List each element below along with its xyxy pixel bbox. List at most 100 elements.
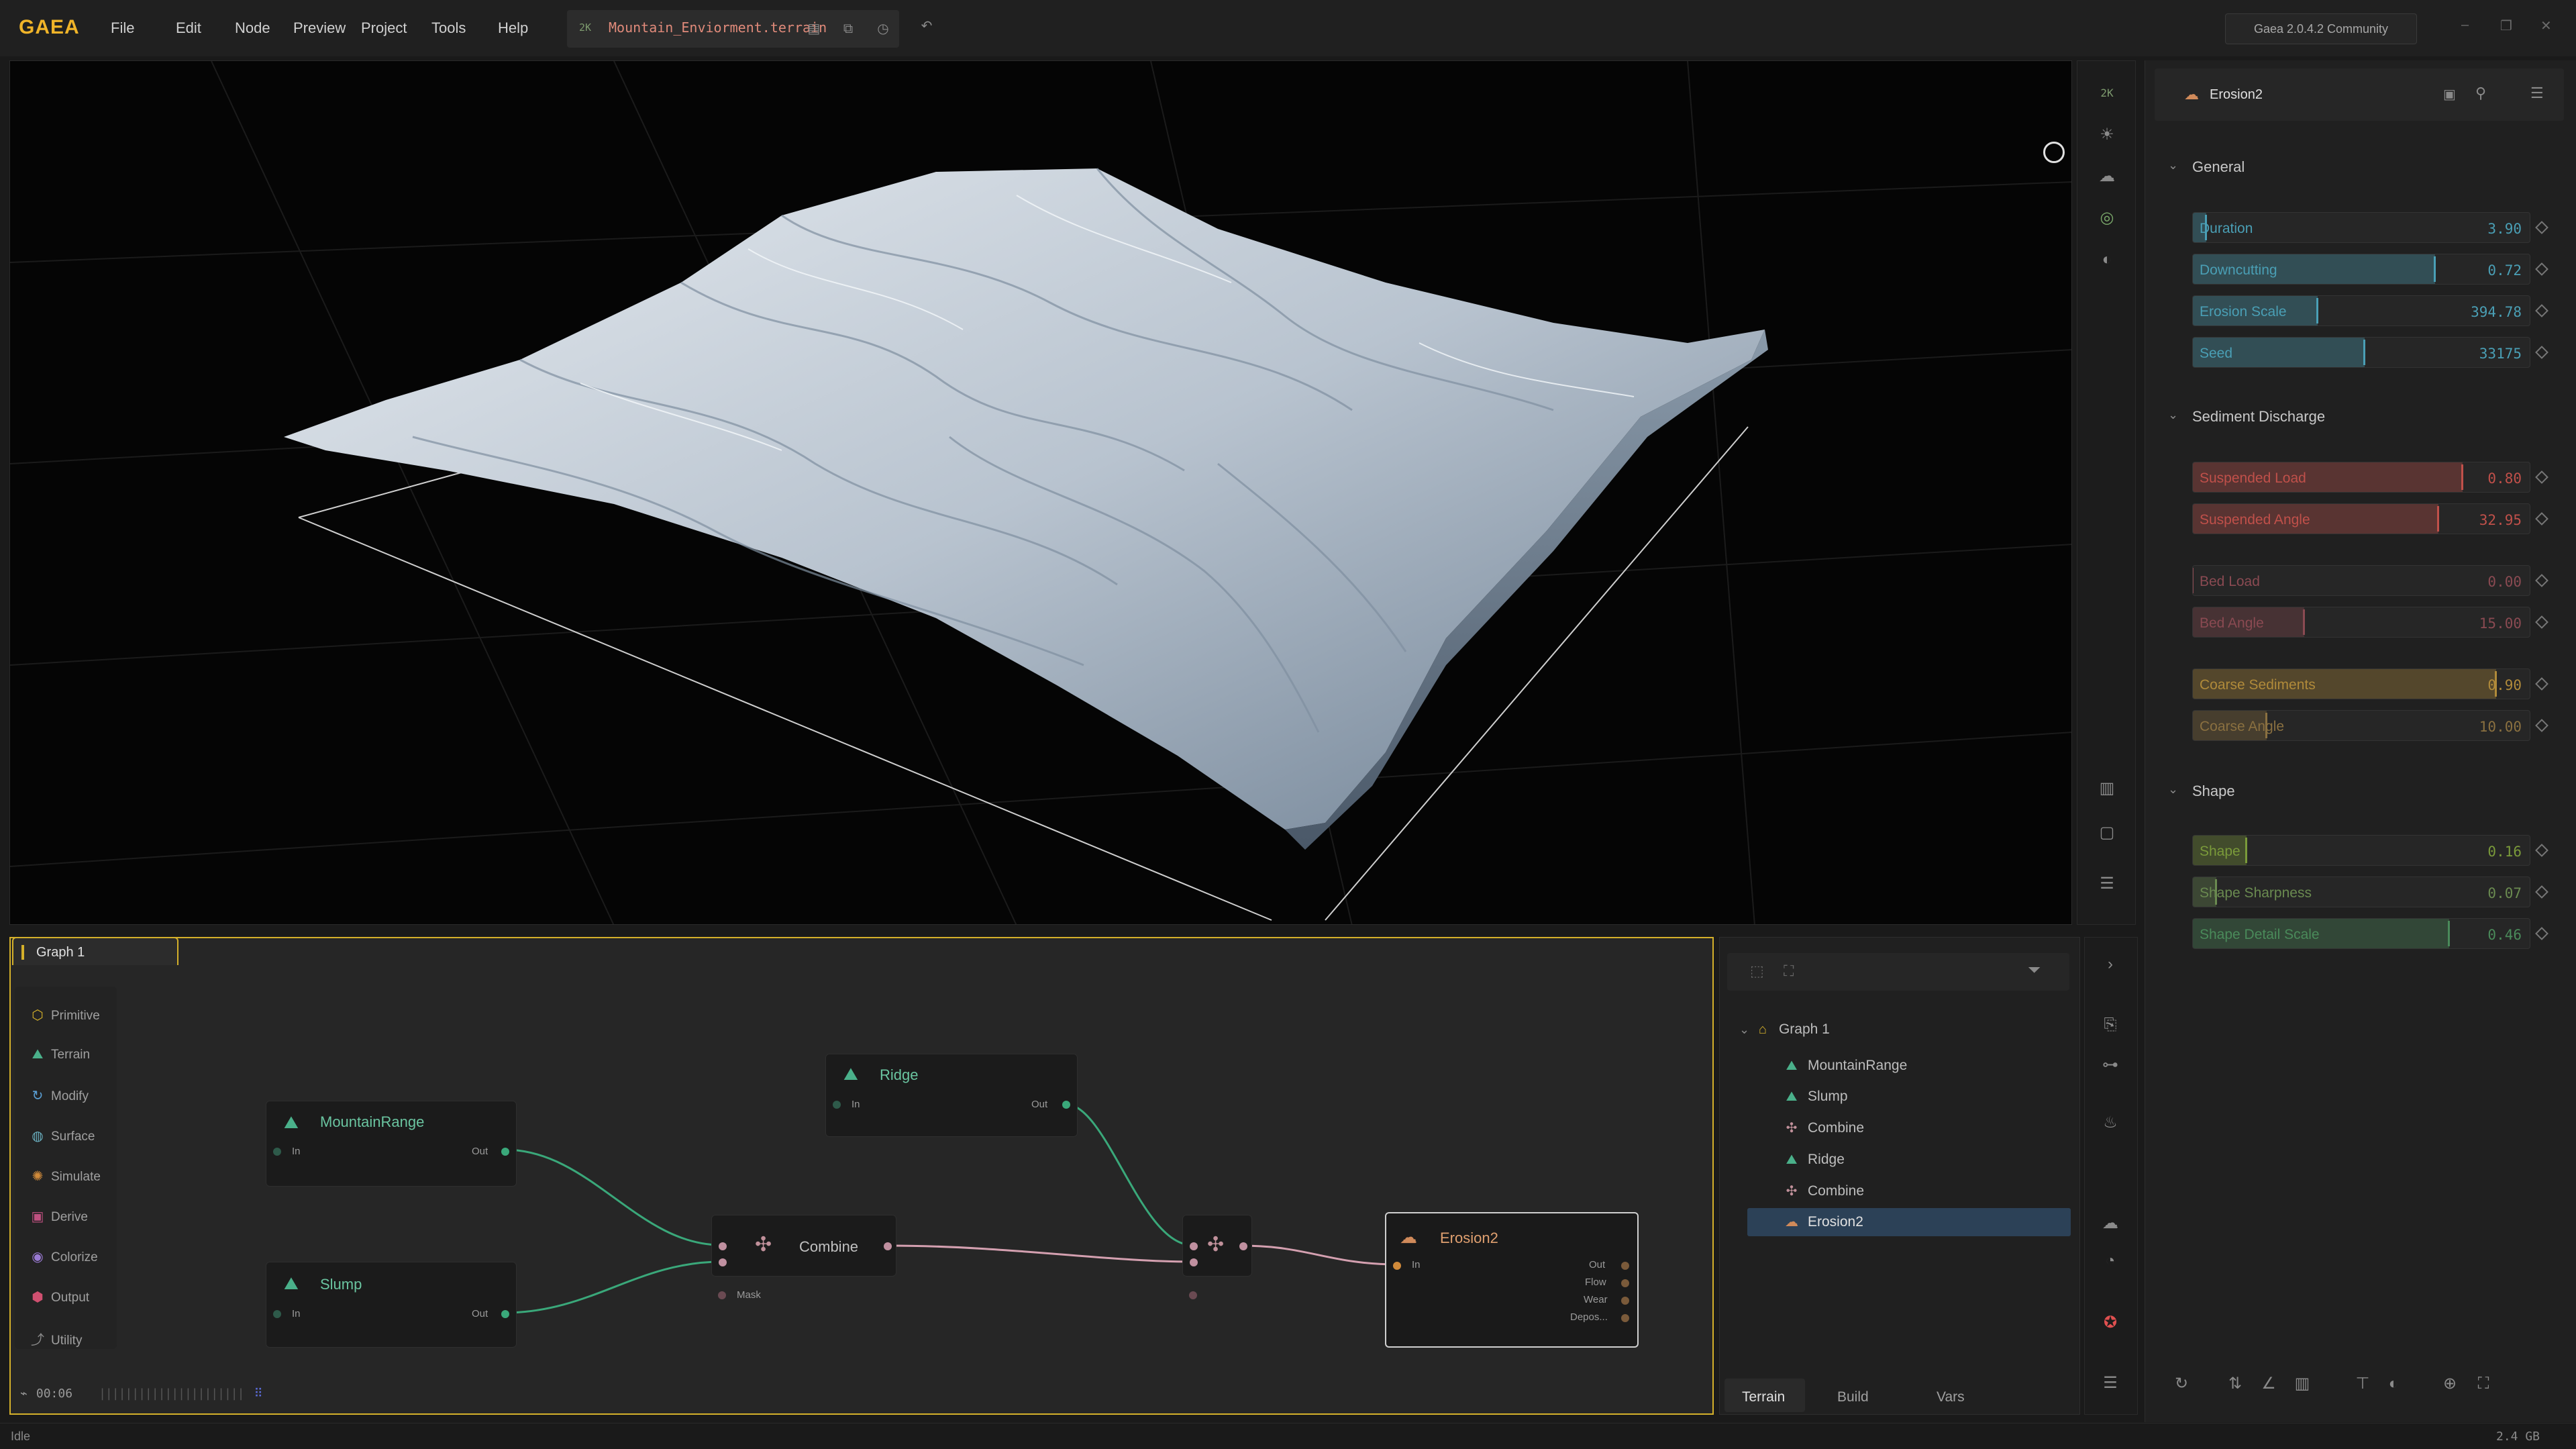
view-sphere-icon[interactable] [2043, 142, 2065, 163]
contrast-icon[interactable]: ◐ [2380, 1370, 2407, 1397]
columns-icon[interactable]: ▥ [2289, 1370, 2316, 1397]
tree-item-combine[interactable]: ✣ Combine [1782, 1119, 1864, 1136]
slider-value[interactable]: 0.46 [2487, 927, 2522, 943]
slider-value[interactable]: 32.95 [2479, 512, 2522, 528]
tree-item-slump[interactable]: ⛰ Slump [1782, 1089, 1848, 1105]
slider-shape-detail-scale[interactable]: Shape Detail Scale 0.46 [2192, 918, 2530, 949]
output-port[interactable] [501, 1310, 509, 1318]
slider-downcutting[interactable]: Downcutting 0.72 [2192, 254, 2530, 285]
slider-value[interactable]: 0.90 [2487, 677, 2522, 693]
keyframe-diamond-icon[interactable] [2535, 927, 2548, 940]
tab-terrain[interactable]: Terrain [1742, 1389, 1785, 1405]
angle-icon[interactable]: ∠ [2255, 1370, 2282, 1397]
cloud-icon[interactable]: ☁ [2098, 1211, 2122, 1236]
output-port[interactable] [501, 1148, 509, 1156]
section-sediment-discharge[interactable]: ⌄ Sediment Discharge [2168, 408, 2325, 426]
copy-icon[interactable]: ⧉ [839, 20, 857, 38]
node-combine[interactable]: ✣ Combine [711, 1215, 896, 1277]
slider-value[interactable]: 0.00 [2487, 574, 2522, 590]
slider-bed-angle[interactable]: Bed Angle 15.00 [2192, 607, 2530, 638]
tree-root-graph-1[interactable]: ⌄ ⌂ Graph 1 [1739, 1021, 1830, 1038]
grip-icon[interactable]: ⠿ [254, 1387, 263, 1400]
palette-modify[interactable]: ↻ Modify [30, 1087, 89, 1104]
align-icon[interactable]: ⊤ [2349, 1370, 2376, 1397]
slider-bed-load[interactable]: Bed Load 0.00 [2192, 565, 2530, 596]
tab-vars[interactable]: Vars [1937, 1389, 1965, 1405]
target-icon[interactable]: ⊕ [2436, 1370, 2463, 1397]
tree-item-combine-2[interactable]: ✣ Combine [1782, 1183, 1864, 1199]
file-tab[interactable]: 2K Mountain_Enviorment.terrain ▤ ⧉ ◷ [567, 10, 899, 48]
timer-icon[interactable]: ◔ [2098, 1249, 2122, 1273]
fullscreen-icon[interactable]: ⛶ [2470, 1370, 2497, 1397]
menu-lines-icon[interactable]: ☰ [2095, 872, 2119, 896]
keyframe-diamond-icon[interactable] [2535, 262, 2548, 276]
slider-handle[interactable] [2363, 340, 2366, 365]
node-combine-2[interactable]: ✣ [1182, 1215, 1252, 1277]
menu-project[interactable]: Project [361, 19, 407, 37]
palette-utility[interactable]: ⤴ Utility [30, 1329, 82, 1348]
slider-value[interactable]: 0.72 [2487, 262, 2522, 279]
slider-value[interactable]: 15.00 [2479, 615, 2522, 632]
output-port[interactable] [1062, 1101, 1070, 1109]
sort-icon[interactable]: ⇅ [2222, 1370, 2249, 1397]
keyframe-diamond-icon[interactable] [2535, 512, 2548, 526]
output-port[interactable] [1621, 1262, 1629, 1270]
palette-terrain[interactable]: ⛰ Terrain [30, 1047, 90, 1062]
keyframe-diamond-icon[interactable] [2535, 885, 2548, 899]
hierarchy-icon[interactable]: ⊶ [2098, 1053, 2122, 1077]
slider-value[interactable]: 10.00 [2479, 719, 2522, 735]
wear-port[interactable] [1621, 1297, 1629, 1305]
node-mountainrange[interactable]: ⛰ MountainRange In Out [266, 1101, 517, 1187]
slider-suspended-load[interactable]: Suspended Load 0.80 [2192, 462, 2530, 493]
palette-derive[interactable]: ▣ Derive [30, 1208, 88, 1225]
history-icon[interactable]: ◷ [874, 20, 892, 38]
slider-seed[interactable]: Seed 33175 [2192, 337, 2530, 368]
clipboard-icon[interactable]: ⎘ [2098, 1013, 2122, 1037]
slider-shape-sharpness[interactable]: Shape Sharpness 0.07 [2192, 877, 2530, 907]
slider-handle[interactable] [2245, 838, 2248, 863]
keyframe-diamond-icon[interactable] [2535, 470, 2548, 484]
slider-handle[interactable] [2447, 921, 2450, 946]
slider-erosion-scale[interactable]: Erosion Scale 394.78 [2192, 295, 2530, 326]
resolution-badge[interactable]: 2K [2095, 81, 2119, 105]
keyframe-diamond-icon[interactable] [2535, 844, 2548, 857]
tab-build[interactable]: Build [1837, 1389, 1869, 1405]
maximize-icon[interactable]: ❐ [2500, 17, 2512, 34]
section-shape[interactable]: ⌄ Shape [2168, 783, 2235, 800]
refresh-icon[interactable]: ↻ [2168, 1370, 2195, 1397]
keyframe-diamond-icon[interactable] [2535, 346, 2548, 359]
input-port[interactable] [1393, 1262, 1401, 1270]
slider-handle[interactable] [2193, 568, 2194, 593]
slider-suspended-angle[interactable]: Suspended Angle 32.95 [2192, 503, 2530, 534]
section-general[interactable]: ⌄ General [2168, 158, 2245, 176]
mask-port[interactable] [1189, 1291, 1197, 1299]
slider-value[interactable]: 0.16 [2487, 844, 2522, 860]
slider-value[interactable]: 0.80 [2487, 470, 2522, 487]
slider-coarse-sediments[interactable]: Coarse Sediments 0.90 [2192, 668, 2530, 699]
3d-viewport[interactable] [9, 60, 2072, 925]
lighting-icon[interactable]: ☁ [2095, 164, 2119, 189]
output-port[interactable] [1239, 1242, 1247, 1250]
menu-preview[interactable]: Preview [293, 19, 346, 37]
slider-coarse-angle[interactable]: Coarse Angle 10.00 [2192, 710, 2530, 741]
node-name[interactable]: Erosion2 [2210, 87, 2263, 103]
slider-value[interactable]: 3.90 [2487, 221, 2522, 237]
input-port[interactable] [273, 1148, 281, 1156]
pin-icon[interactable]: ⚲ [2475, 85, 2486, 102]
deposits-port[interactable] [1621, 1314, 1629, 1322]
sphere-icon[interactable]: ◎ [2095, 206, 2119, 230]
menu-edit[interactable]: Edit [176, 19, 201, 37]
input-port[interactable] [833, 1101, 841, 1109]
slider-value[interactable]: 0.07 [2487, 885, 2522, 901]
tree-item-erosion2[interactable]: ☁ Erosion2 [1782, 1213, 1863, 1230]
slider-handle[interactable] [2461, 464, 2463, 490]
tree-item-ridge[interactable]: ⛰ Ridge [1782, 1152, 1845, 1168]
node-ridge[interactable]: ⛰ Ridge In Out [825, 1054, 1078, 1137]
contrast-icon[interactable]: ◐ [2095, 248, 2119, 272]
build-icon[interactable]: ✪ [2098, 1311, 2122, 1335]
node-slump[interactable]: ⛰ Slump In Out [266, 1262, 517, 1348]
input-port-b[interactable] [719, 1258, 727, 1266]
slider-duration[interactable]: Duration 3.90 [2192, 212, 2530, 243]
minimize-icon[interactable]: – [2461, 17, 2469, 33]
menu-lines-icon[interactable]: ☰ [2098, 1371, 2122, 1395]
